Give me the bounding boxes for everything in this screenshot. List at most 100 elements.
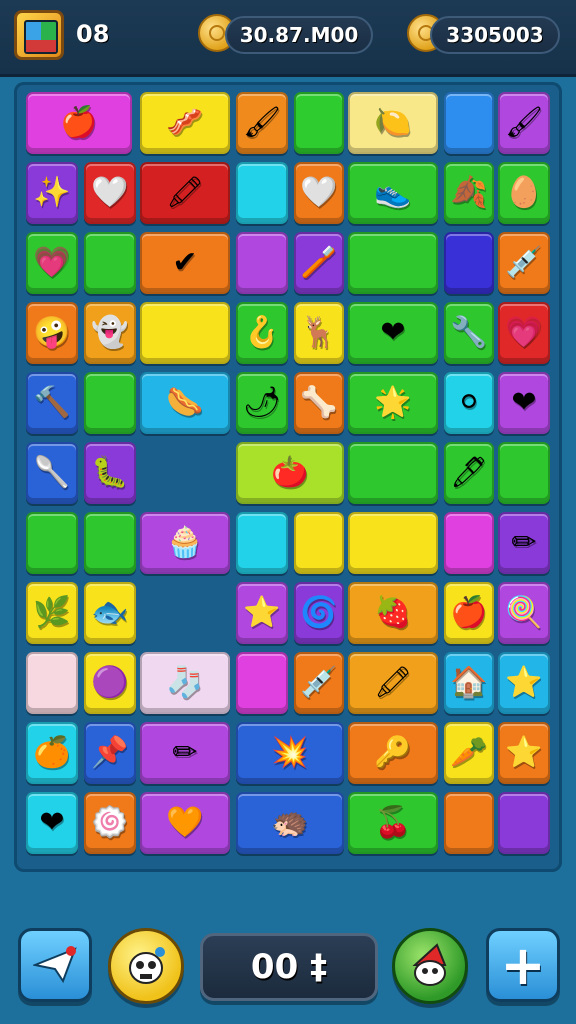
board-tile[interactable]: 🍋 [348, 92, 438, 154]
level-cube-icon[interactable] [14, 10, 64, 60]
cartoon-face-icon [129, 947, 165, 984]
board-tile[interactable]: 🍂 [444, 162, 494, 224]
dropper-icon: 💉 [505, 245, 543, 280]
board-tile[interactable]: ✏ [498, 512, 550, 574]
board-tile[interactable]: 🍭 [498, 582, 550, 644]
board-tile[interactable]: 🪥 [294, 232, 344, 294]
carrot-icon: 🥕 [450, 735, 488, 770]
board-tile[interactable]: 🦴 [294, 372, 344, 434]
add-button[interactable]: + [486, 928, 560, 1002]
board-tile[interactable]: 🖊 [444, 442, 494, 504]
board-tile[interactable]: 🏠 [444, 652, 494, 714]
board-tile[interactable]: 🪝 [236, 302, 288, 364]
board-tile[interactable] [84, 232, 136, 294]
board-tile[interactable]: 🥚 [498, 162, 550, 224]
board-tile[interactable]: 🔨 [26, 372, 78, 434]
board-tile[interactable]: 🤍 [294, 162, 344, 224]
board-tile[interactable]: 🌶 [236, 372, 288, 434]
board-tile[interactable]: 🐛 [84, 442, 136, 504]
board-tile[interactable]: 🖌 [236, 92, 288, 154]
board-tile[interactable]: 🦔 [236, 792, 344, 854]
sprig-icon: 🌿 [33, 595, 71, 630]
board-tile[interactable]: 🔧 [444, 302, 494, 364]
board-tile[interactable] [140, 302, 230, 364]
bottom-bar: 00 ‡ + [0, 918, 576, 1024]
board-tile[interactable]: 🐟 [84, 582, 136, 644]
pepper-icon: 🌶 [242, 385, 282, 420]
board-tile[interactable]: ⭐ [498, 652, 550, 714]
board-tile[interactable]: ✔ [140, 232, 230, 294]
share-button[interactable] [18, 928, 92, 1002]
board-tile[interactable]: 💉 [294, 652, 344, 714]
heart-icon: ❤ [39, 805, 65, 840]
board-tile[interactable] [84, 512, 136, 574]
board-tile[interactable]: ⭐ [498, 722, 550, 784]
board-tile[interactable]: 🥕 [444, 722, 494, 784]
board-tile[interactable]: 🤪 [26, 302, 78, 364]
board-tile[interactable]: 🌿 [26, 582, 78, 644]
board-tile[interactable] [236, 162, 288, 224]
currency-counter-2[interactable]: 3305003 [430, 16, 560, 54]
bun-icon: 🧁 [166, 525, 204, 560]
board-tile[interactable]: 🤍 [84, 162, 136, 224]
board-tile[interactable] [444, 92, 494, 154]
board-tile[interactable] [236, 512, 288, 574]
board-tile[interactable]: ⭐ [236, 582, 288, 644]
board-tile[interactable] [498, 442, 550, 504]
apple-icon: 🍎 [450, 595, 488, 630]
board-tile[interactable]: 🖌 [498, 92, 550, 154]
board-tile[interactable]: 🍥 [84, 792, 136, 854]
board-tile[interactable]: 🟣 [84, 652, 136, 714]
board-tile[interactable]: ❤ [498, 372, 550, 434]
board-tile[interactable]: 🥓 [140, 92, 230, 154]
board-tile[interactable]: 🍒 [348, 792, 438, 854]
board-tile[interactable]: 🍓 [348, 582, 438, 644]
board-tile[interactable] [236, 232, 288, 294]
board-tile[interactable]: 🖍 [140, 162, 230, 224]
board-tile[interactable]: ❤ [348, 302, 438, 364]
board-tile[interactable]: 🦌 [294, 302, 344, 364]
board-tile[interactable] [348, 512, 438, 574]
board-tile[interactable]: ⚪ [444, 372, 494, 434]
board-tile[interactable]: 🧡 [140, 792, 230, 854]
board-tile[interactable] [236, 652, 288, 714]
board-tile[interactable]: ❤ [26, 792, 78, 854]
board-tile[interactable] [444, 232, 494, 294]
board-tile[interactable]: 👟 [348, 162, 438, 224]
currency-counter-1[interactable]: 30.87.M00 [225, 16, 373, 54]
board-tile[interactable]: 🍊 [26, 722, 78, 784]
board-tile[interactable]: 🍎 [26, 92, 132, 154]
board-tile[interactable]: 🥄 [26, 442, 78, 504]
heart-icon: ❤ [511, 385, 537, 420]
board-tile[interactable]: 👻 [84, 302, 136, 364]
board-tile[interactable]: 🧁 [140, 512, 230, 574]
board-tile[interactable]: 🌟 [348, 372, 438, 434]
board-tile[interactable]: 💗 [498, 302, 550, 364]
board-tile[interactable] [294, 92, 344, 154]
board-tile[interactable]: 🌭 [140, 372, 230, 434]
board-tile[interactable] [84, 372, 136, 434]
board-tile[interactable] [26, 652, 78, 714]
board-tile[interactable]: ✨ [26, 162, 78, 224]
board-tile[interactable]: 🍎 [444, 582, 494, 644]
board-tile[interactable]: 🧦 [140, 652, 230, 714]
bonus-button[interactable] [392, 928, 468, 1004]
board-tile[interactable] [294, 512, 344, 574]
board-tile[interactable] [26, 512, 78, 574]
board-tile[interactable]: 🌀 [294, 582, 344, 644]
board-tile[interactable]: 🍅 [236, 442, 344, 504]
board-tile[interactable]: 💗 [26, 232, 78, 294]
board-tile[interactable] [348, 442, 438, 504]
board-tile[interactable]: ✏ [140, 722, 230, 784]
board-tile[interactable] [444, 792, 494, 854]
character-button[interactable] [108, 928, 184, 1004]
board-tile[interactable]: 🖍 [348, 652, 438, 714]
board-tile[interactable] [348, 232, 438, 294]
board-tile[interactable]: 🔑 [348, 722, 438, 784]
board-tile[interactable] [498, 792, 550, 854]
board-tile[interactable]: 💥 [236, 722, 344, 784]
board-tile[interactable] [444, 512, 494, 574]
shoe-icon: 👟 [374, 175, 412, 210]
board-tile[interactable]: 📌 [84, 722, 136, 784]
board-tile[interactable]: 💉 [498, 232, 550, 294]
